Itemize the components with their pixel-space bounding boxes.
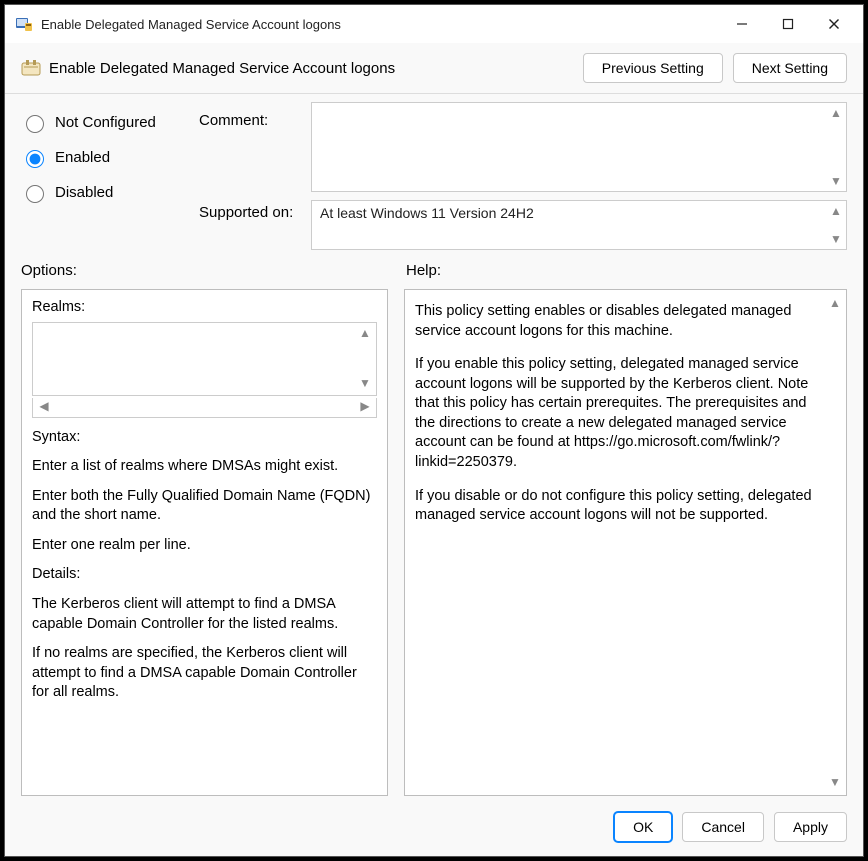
maximize-button[interactable] <box>765 9 811 39</box>
cancel-button[interactable]: Cancel <box>682 812 764 842</box>
radio-not-configured-label: Not Configured <box>55 114 156 131</box>
radio-enabled[interactable]: Enabled <box>21 147 191 168</box>
titlebar: Enable Delegated Managed Service Account… <box>5 5 863 43</box>
syntax-line-3: Enter one realm per line. <box>32 536 377 556</box>
help-paragraph-3: If you disable or do not configure this … <box>415 487 828 526</box>
state-radio-group: Not Configured Enabled Disabled <box>21 102 191 250</box>
scroll-left-icon[interactable]: ◀ <box>35 398 53 416</box>
details-line-2: If no realms are specified, the Kerberos… <box>32 644 377 703</box>
scroll-down-icon[interactable]: ▼ <box>828 231 844 247</box>
help-label: Help: <box>406 262 847 279</box>
ok-button[interactable]: OK <box>614 812 672 842</box>
syntax-line-1: Enter a list of realms where DMSAs might… <box>32 457 377 477</box>
radio-not-configured-input[interactable] <box>26 115 44 133</box>
next-setting-button[interactable]: Next Setting <box>733 53 847 83</box>
scroll-up-icon[interactable]: ▲ <box>828 203 844 219</box>
details-line-1: The Kerberos client will attempt to find… <box>32 595 377 634</box>
policy-title-area: Enable Delegated Managed Service Account… <box>21 58 573 78</box>
policy-icon <box>21 58 41 78</box>
scroll-down-icon[interactable]: ▼ <box>356 375 374 393</box>
window-title: Enable Delegated Managed Service Account… <box>41 17 719 32</box>
supported-on-text: At least Windows 11 Version 24H2 <box>312 201 846 225</box>
section-labels: Options: Help: <box>5 256 863 283</box>
scroll-down-icon[interactable]: ▼ <box>826 773 844 791</box>
details-head: Details: <box>32 565 377 585</box>
comment-label: Comment: <box>199 112 303 190</box>
options-label: Options: <box>21 262 388 279</box>
scroll-up-icon[interactable]: ▲ <box>826 294 844 312</box>
field-labels: Comment: Supported on: <box>199 102 303 250</box>
radio-disabled-label: Disabled <box>55 184 113 201</box>
options-panel: Realms: ▲ ▼ ◀ ▶ Syntax: Enter a list of … <box>21 289 388 796</box>
supported-on-box: At least Windows 11 Version 24H2 ▲ ▼ <box>311 200 847 250</box>
scroll-down-icon[interactable]: ▼ <box>828 173 844 189</box>
realms-listbox[interactable]: ▲ ▼ <box>32 322 377 396</box>
radio-enabled-input[interactable] <box>26 150 44 168</box>
field-values: ▲ ▼ At least Windows 11 Version 24H2 ▲ ▼ <box>311 102 847 250</box>
columns: Realms: ▲ ▼ ◀ ▶ Syntax: Enter a list of … <box>5 283 863 802</box>
comment-textarea[interactable]: ▲ ▼ <box>311 102 847 192</box>
scroll-up-icon[interactable]: ▲ <box>356 325 374 343</box>
realms-hscrollbar[interactable]: ◀ ▶ <box>32 398 377 418</box>
config-area: Not Configured Enabled Disabled Comment:… <box>5 94 863 256</box>
radio-disabled[interactable]: Disabled <box>21 182 191 203</box>
supported-on-label: Supported on: <box>199 190 303 221</box>
radio-enabled-label: Enabled <box>55 149 110 166</box>
syntax-head: Syntax: <box>32 428 377 448</box>
radio-disabled-input[interactable] <box>26 185 44 203</box>
close-button[interactable] <box>811 9 857 39</box>
realms-label: Realms: <box>32 298 377 318</box>
apply-button[interactable]: Apply <box>774 812 847 842</box>
dialog-window: Enable Delegated Managed Service Account… <box>4 4 864 857</box>
help-paragraph-2: If you enable this policy setting, deleg… <box>415 355 828 472</box>
radio-not-configured[interactable]: Not Configured <box>21 112 191 133</box>
syntax-line-2: Enter both the Fully Qualified Domain Na… <box>32 487 377 526</box>
scroll-right-icon[interactable]: ▶ <box>356 398 374 416</box>
help-panel: This policy setting enables or disables … <box>404 289 847 796</box>
app-icon <box>15 15 33 33</box>
help-paragraph-1: This policy setting enables or disables … <box>415 302 828 341</box>
previous-setting-button[interactable]: Previous Setting <box>583 53 723 83</box>
footer: OK Cancel Apply <box>5 802 863 856</box>
policy-title: Enable Delegated Managed Service Account… <box>49 60 395 77</box>
minimize-button[interactable] <box>719 9 765 39</box>
scroll-up-icon[interactable]: ▲ <box>828 105 844 121</box>
header-row: Enable Delegated Managed Service Account… <box>5 43 863 94</box>
